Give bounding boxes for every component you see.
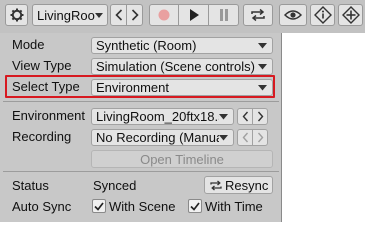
recording-select[interactable]: No Recording (Manual [91,129,234,146]
loop-icon [251,8,265,22]
move-button[interactable] [338,4,363,26]
info-button[interactable] [310,4,335,26]
view-type-value: Simulation (Scene controls) [96,59,255,74]
pause-button[interactable] [208,4,239,26]
eye-icon [284,10,302,20]
select-type-label: Select Type [12,79,80,94]
environment-select[interactable]: LivingRoom_20ftx18.5 [91,108,234,125]
with-time-label: With Time [205,199,263,214]
visibility-button[interactable] [279,4,307,26]
previous-button[interactable] [110,4,127,26]
select-type-dropdown[interactable]: Environment [91,79,273,96]
environment-prev-button[interactable] [237,108,253,125]
gear-icon [10,8,23,22]
mode-value: Synthetic (Room) [96,38,197,53]
chevron-down-icon [258,43,267,49]
recording-next-button[interactable] [252,129,268,146]
loop-button[interactable] [243,4,273,26]
section-divider [3,101,279,102]
chevron-down-icon [95,13,103,18]
checkmark-icon [190,201,200,211]
environment-next-button[interactable] [252,108,268,125]
chevron-down-icon [258,85,267,91]
environment-value: LivingRoom_20ftx18.5 [96,109,219,124]
environment-dropdown-label: LivingRoo [37,7,95,23]
recording-label: Recording [12,129,72,144]
status-label: Status [12,178,49,193]
checkmark-icon [94,201,104,211]
move-diamond-icon [341,6,360,24]
toolbar: LivingRoo [0,0,365,33]
info-diamond-icon [313,6,332,24]
next-button[interactable] [126,4,143,26]
mode-label: Mode [12,37,45,52]
chevron-down-icon [219,135,228,141]
section-divider [3,171,279,172]
chevron-right-icon [257,111,263,122]
recording-value: No Recording (Manual [96,130,219,145]
chevron-down-icon [258,64,267,70]
chevron-right-icon [131,9,139,21]
chevron-left-icon [114,9,122,21]
resync-label: Resync [225,177,269,193]
mode-dropdown[interactable]: Synthetic (Room) [91,37,273,54]
settings-panel: Mode Synthetic (Room) View Type Simulati… [0,33,282,222]
settings-button[interactable] [5,4,28,26]
status-value: Synced [93,178,137,193]
refresh-icon [210,180,222,190]
chevron-left-icon [242,132,248,143]
view-type-label: View Type [12,58,72,73]
view-type-dropdown[interactable]: Simulation (Scene controls) [91,58,273,75]
record-button[interactable] [149,4,179,26]
chevron-right-icon [257,132,263,143]
with-time-checkbox[interactable] [188,199,202,213]
play-button[interactable] [178,4,209,26]
environment-dropdown[interactable]: LivingRoo [32,4,108,26]
play-icon [189,9,199,21]
open-timeline-button[interactable]: Open Timeline [91,150,273,168]
pause-icon [219,9,228,21]
auto-sync-label: Auto Sync [12,199,72,214]
with-scene-checkbox[interactable] [92,199,106,213]
with-scene-label: With Scene [109,199,176,214]
select-type-value: Environment [96,80,169,95]
recording-prev-button[interactable] [237,129,253,146]
environment-label: Environment [12,108,85,123]
record-icon [158,9,170,21]
chevron-down-icon [219,114,228,120]
resync-button[interactable]: Resync [204,176,273,194]
chevron-left-icon [242,111,248,122]
